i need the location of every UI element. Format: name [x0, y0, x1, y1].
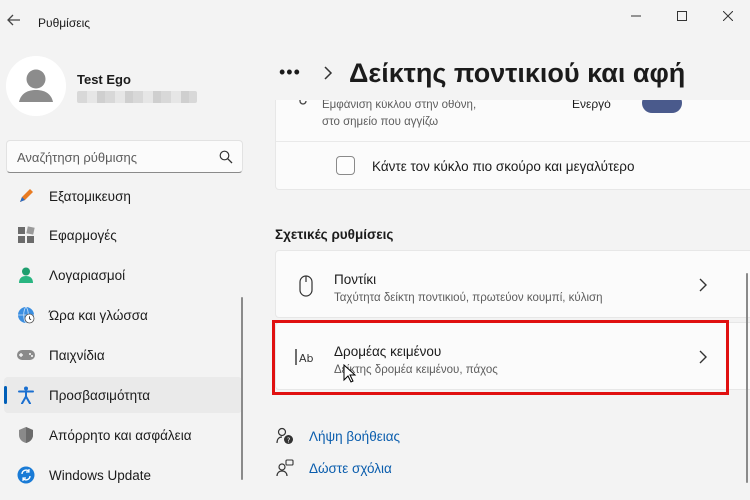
sidebar-item-label: Απόρρητο και ασφάλεια	[49, 427, 192, 443]
back-arrow-icon	[7, 14, 20, 26]
touch-description-line2: στο σημείο που αγγίζω	[322, 116, 439, 128]
avatar[interactable]	[6, 56, 66, 116]
sidebar-item-label: Εφαρμογές	[49, 227, 117, 243]
divider	[276, 141, 750, 142]
maximize-button[interactable]	[662, 4, 702, 28]
darker-circle-checkbox[interactable]	[336, 156, 355, 175]
sidebar-item-label: Παιχνίδια	[49, 347, 105, 363]
main-scrollbar[interactable]	[746, 273, 748, 483]
sidebar-item-label: Εξατομικευση	[49, 188, 131, 204]
touch-icon	[299, 100, 307, 105]
sidebar-item-label: Λογαριασμοί	[49, 267, 126, 283]
minimize-icon	[631, 15, 641, 17]
toggle-status-label: Ενεργό	[572, 100, 611, 111]
sidebar-item-label: Ώρα και γλώσσα	[49, 307, 148, 323]
get-help-label[interactable]: Λήψη βοήθειας	[309, 429, 400, 444]
text-cursor-ab-icon: Ab	[295, 349, 314, 365]
selected-indicator	[4, 386, 7, 404]
touch-indicator-card: Εμφάνιση κύκλου στην οθόνη, στο σημείο π…	[275, 100, 750, 190]
svg-text:?: ?	[287, 436, 291, 444]
text-cursor-settings-title: Δρομέας κειμένου	[334, 344, 442, 359]
sidebar-item-label: Προσβασιμότητα	[49, 387, 151, 403]
shield-icon	[16, 425, 36, 445]
text-cursor-settings-subtitle: Δείκτης δρομέα κειμένου, πάχος	[334, 364, 498, 376]
minimize-button[interactable]	[616, 4, 656, 28]
related-settings-heading: Σχετικές ρυθμίσεις	[275, 227, 394, 242]
mouse-settings-subtitle: Ταχύτητα δείκτη ποντικιού, πρωτεύον κουμ…	[334, 292, 603, 304]
user-email-redacted	[77, 91, 197, 103]
search-icon[interactable]	[219, 150, 233, 164]
close-button[interactable]	[708, 4, 748, 28]
close-icon	[723, 11, 733, 21]
maximize-icon	[677, 11, 687, 21]
search-input[interactable]: Αναζήτηση ρύθμισης	[17, 150, 137, 165]
darker-circle-label: Κάντε τον κύκλο πιο σκούρο και μεγαλύτερ…	[372, 159, 635, 174]
touch-indicator-toggle[interactable]	[642, 100, 682, 113]
search-box[interactable]: Αναζήτηση ρύθμισης	[6, 140, 243, 173]
mouse-settings-title: Ποντίκι	[334, 272, 377, 287]
sidebar-item-label: Windows Update	[49, 467, 152, 483]
time-language-globe-icon	[16, 305, 36, 325]
breadcrumb-chevron-icon	[324, 66, 333, 80]
accessibility-person-icon	[16, 385, 36, 405]
main-content: Εμφάνιση κύκλου στην οθόνη, στο σημείο π…	[262, 100, 750, 500]
touch-indicator-description: Εμφάνιση κύκλου στην οθόνη, στο σημείο π…	[322, 100, 476, 131]
app-title: Ρυθμίσεις	[38, 16, 91, 30]
sidebar-item-privacy-security[interactable]: Απόρρητο και ασφάλεια	[4, 417, 242, 453]
accounts-person-icon	[16, 265, 36, 285]
apps-icon	[16, 225, 36, 245]
title-bar: Ρυθμίσεις	[0, 0, 750, 44]
feedback-link[interactable]: Δώστε σχόλια	[276, 459, 392, 477]
mouse-settings-link[interactable]: Ποντίκι Ταχύτητα δείκτη ποντικιού, πρωτε…	[275, 250, 750, 318]
sidebar-scrollbar[interactable]	[241, 297, 243, 480]
mouse-pointer-icon	[343, 364, 357, 383]
mouse-icon	[299, 275, 313, 297]
gamepad-icon	[16, 345, 36, 365]
svg-text:Ab: Ab	[299, 352, 314, 365]
user-name: Test Ego	[77, 72, 131, 87]
back-button[interactable]	[4, 10, 24, 30]
page-title: Δείκτης ποντικιού και αφή	[349, 58, 686, 88]
windows-update-sync-icon	[16, 465, 36, 485]
breadcrumb-more-button[interactable]: •••	[279, 62, 301, 83]
touch-description-line1: Εμφάνιση κύκλου στην οθόνη,	[322, 100, 477, 111]
sidebar-item-accessibility[interactable]: Προσβασιμότητα	[4, 377, 242, 413]
chevron-right-icon	[699, 350, 707, 364]
feedback-person-icon	[276, 459, 294, 477]
sidebar-item-time-language[interactable]: Ώρα και γλώσσα	[4, 297, 242, 333]
sidebar-item-apps[interactable]: Εφαρμογές	[4, 217, 242, 253]
sidebar-item-accounts[interactable]: Λογαριασμοί	[4, 257, 242, 293]
sidebar-item-personalization[interactable]: Εξατομικευση	[4, 178, 242, 214]
sidebar-item-windows-update[interactable]: Windows Update	[4, 457, 242, 493]
help-person-icon: ?	[276, 427, 293, 444]
sidebar-item-gaming[interactable]: Παιχνίδια	[4, 337, 242, 373]
personalization-brush-icon	[16, 186, 36, 206]
feedback-label[interactable]: Δώστε σχόλια	[309, 461, 392, 476]
user-placeholder-icon	[6, 56, 66, 116]
chevron-right-icon	[699, 278, 707, 292]
get-help-link[interactable]: ? Λήψη βοήθειας	[276, 427, 400, 445]
